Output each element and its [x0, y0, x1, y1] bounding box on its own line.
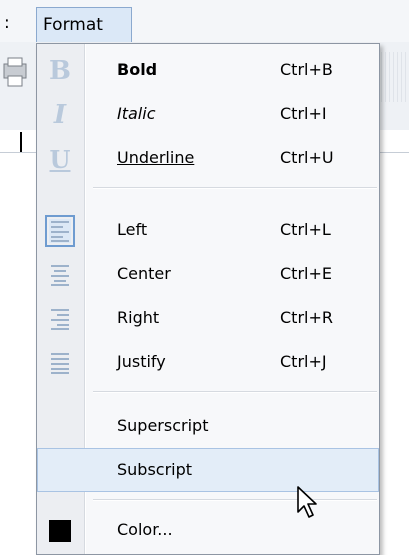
align-right-icon: [47, 306, 73, 332]
menu-separator: [93, 499, 377, 501]
menu-separator: [93, 391, 377, 393]
italic-icon: I: [53, 100, 67, 130]
ruler-marker: [0, 132, 22, 154]
menu-item-align-justify[interactable]: Justify Ctrl+J: [37, 340, 379, 384]
underline-icon: U: [49, 144, 71, 174]
align-justify-icon: [47, 350, 73, 376]
menu-item-label: Justify: [117, 352, 166, 371]
menu-bar: : Format: [0, 0, 409, 43]
previous-menu-fragment: :: [4, 13, 10, 33]
menu-item-label: Left: [117, 220, 148, 239]
menu-item-label: Color...: [117, 520, 173, 539]
menu-item-align-left[interactable]: Left Ctrl+L: [37, 208, 379, 252]
menu-item-subscript[interactable]: Subscript: [37, 448, 379, 492]
mouse-pointer-icon: [297, 486, 317, 518]
menu-item-shortcut: Ctrl+R: [280, 308, 333, 327]
menu-item-align-center[interactable]: Center Ctrl+E: [37, 252, 379, 296]
menu-item-align-right[interactable]: Right Ctrl+R: [37, 296, 379, 340]
menu-item-underline[interactable]: U Underline Ctrl+U: [37, 136, 379, 180]
menu-item-label: Underline: [117, 148, 195, 167]
align-center-icon: [47, 262, 73, 288]
bold-icon: B: [49, 56, 71, 86]
print-icon[interactable]: [0, 54, 36, 98]
menu-item-label: Italic: [117, 104, 156, 123]
menu-item-italic[interactable]: I Italic Ctrl+I: [37, 92, 379, 136]
menu-item-shortcut: Ctrl+L: [280, 220, 331, 239]
menu-format[interactable]: Format: [36, 7, 132, 43]
menu-item-label: Center: [117, 264, 171, 283]
menu-item-shortcut: Ctrl+J: [280, 352, 327, 371]
menu-item-shortcut: Ctrl+U: [280, 148, 334, 167]
color-swatch-icon: [47, 518, 73, 544]
menu-item-label: Subscript: [117, 460, 193, 479]
menu-item-label: Superscript: [117, 416, 209, 435]
toolbar-grip: [376, 52, 409, 102]
menu-item-bold[interactable]: B Bold Ctrl+B: [37, 48, 379, 92]
menu-item-label: Bold: [117, 60, 158, 79]
menu-item-shortcut: Ctrl+B: [280, 60, 333, 79]
align-left-icon: [45, 215, 75, 247]
menu-item-color[interactable]: Color...: [37, 508, 379, 552]
menu-item-label: Right: [117, 308, 160, 327]
menu-item-shortcut: Ctrl+I: [280, 104, 327, 123]
menu-separator: [93, 187, 377, 189]
menu-item-shortcut: Ctrl+E: [280, 264, 332, 283]
format-menu: B Bold Ctrl+B I Italic Ctrl+I U Underlin…: [36, 43, 380, 555]
menu-item-superscript[interactable]: Superscript: [37, 404, 379, 448]
